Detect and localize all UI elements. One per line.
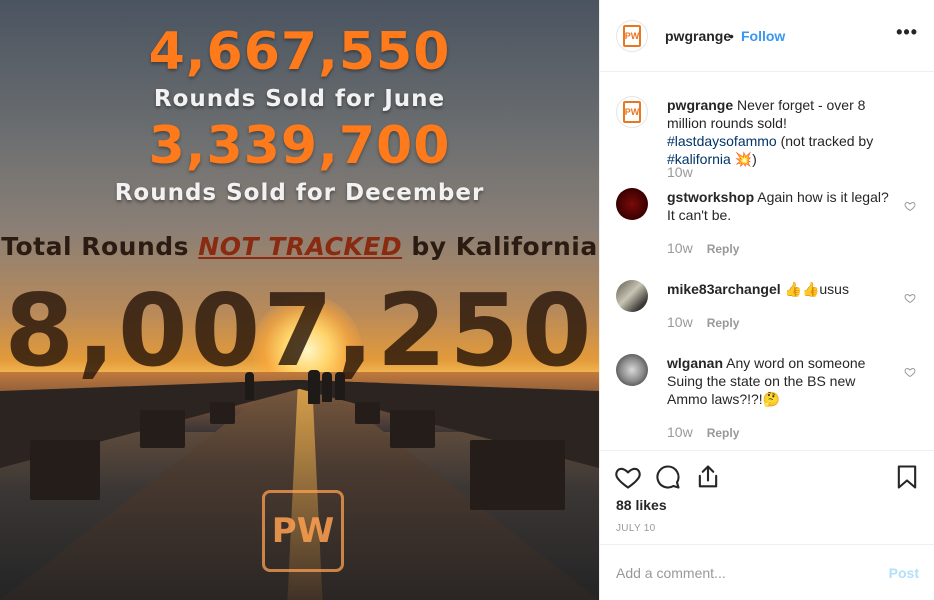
like-heart-icon[interactable]: [614, 463, 642, 491]
post-image[interactable]: 4,667,550 Rounds Sold for June 3,339,700…: [0, 0, 599, 600]
comment-bubble-icon[interactable]: [654, 463, 682, 491]
pw-logo-icon: PW: [623, 25, 641, 47]
avatar[interactable]: PW: [616, 20, 648, 52]
like-comment-heart-icon[interactable]: [904, 292, 916, 304]
not-tracked-emphasis: NOT TRACKED: [198, 232, 403, 261]
comment-username[interactable]: mike83archangel: [667, 281, 781, 297]
hashtag-link[interactable]: #lastdaysofammo: [667, 133, 777, 149]
comment-item: wlganan Any word on someone Suing the st…: [616, 354, 916, 444]
post-date[interactable]: JULY 10: [616, 523, 656, 534]
bench: [355, 402, 380, 424]
comment-text: mike83archangel 👍👍usus: [667, 280, 892, 298]
reply-button[interactable]: Reply: [707, 316, 740, 330]
separator-dot: •: [729, 28, 734, 44]
total-rounds-number: 8,007,250: [4, 272, 595, 389]
bench: [210, 402, 235, 424]
comment-text: gstworkshop Again how is it legal? It ca…: [667, 188, 892, 224]
share-icon[interactable]: [694, 463, 722, 491]
avatar[interactable]: [616, 188, 648, 220]
post-comment-button[interactable]: Post: [889, 565, 919, 581]
add-comment-bar: Post: [600, 544, 934, 600]
post-actions: 88 likes JULY 10: [600, 450, 934, 544]
save-bookmark-icon[interactable]: [893, 463, 921, 491]
like-comment-heart-icon[interactable]: [904, 200, 916, 212]
caption-text-end: 💥): [730, 151, 757, 167]
comment-timestamp[interactable]: 10w: [667, 314, 693, 330]
comment-username[interactable]: wlganan: [667, 355, 723, 371]
comments-list[interactable]: PW pwgrange Never forget - over 8 millio…: [600, 72, 934, 450]
caption-text: pwgrange Never forget - over 8 million r…: [667, 96, 892, 168]
total-prefix: Total Rounds: [1, 232, 199, 261]
avatar[interactable]: PW: [616, 96, 648, 128]
comment-text: wlganan Any word on someone Suing the st…: [667, 354, 892, 408]
comment-body: 👍👍usus: [780, 281, 849, 297]
comment-input[interactable]: [616, 562, 866, 584]
likes-count[interactable]: 88 likes: [616, 497, 667, 513]
june-rounds-caption: Rounds Sold for June: [153, 86, 446, 112]
june-rounds-number: 4,667,550: [148, 22, 451, 82]
post-caption: PW pwgrange Never forget - over 8 millio…: [616, 96, 916, 180]
december-rounds-caption: Rounds Sold for December: [114, 180, 485, 206]
comment-meta: 10w Reply: [667, 314, 739, 330]
bench: [140, 410, 185, 448]
more-options-icon[interactable]: •••: [896, 22, 918, 43]
comment-timestamp[interactable]: 10w: [667, 424, 693, 440]
like-comment-heart-icon[interactable]: [904, 366, 916, 378]
header-username[interactable]: pwgrange: [665, 28, 731, 44]
total-suffix: by Kalifornia: [402, 232, 598, 261]
post-side-panel: PW pwgrange • Follow ••• PW pwgrange Nev…: [599, 0, 934, 600]
reply-button[interactable]: Reply: [707, 242, 740, 256]
comment-meta: 10w Reply: [667, 424, 739, 440]
caption-username[interactable]: pwgrange: [667, 97, 733, 113]
avatar[interactable]: [616, 354, 648, 386]
reply-button[interactable]: Reply: [707, 426, 740, 440]
comment-timestamp[interactable]: 10w: [667, 240, 693, 256]
december-rounds-number: 3,339,700: [148, 116, 451, 176]
follow-button[interactable]: Follow: [741, 28, 785, 44]
caption-timestamp[interactable]: 10w: [667, 164, 693, 180]
pw-logo: PW: [262, 490, 344, 572]
comment-username[interactable]: gstworkshop: [667, 189, 754, 205]
comment-item: mike83archangel 👍👍usus 10w Reply: [616, 280, 916, 340]
bench: [30, 440, 100, 500]
avatar[interactable]: [616, 280, 648, 312]
total-rounds-heading: Total Rounds NOT TRACKED by Kalifornia: [0, 232, 599, 261]
post-header: PW pwgrange • Follow •••: [600, 0, 934, 72]
comment-item: gstworkshop Again how is it legal? It ca…: [616, 188, 916, 258]
comment-meta: 10w Reply: [667, 240, 739, 256]
pw-logo-icon: PW: [623, 101, 641, 123]
bench: [470, 440, 565, 510]
caption-text-middle: (not tracked by: [776, 133, 874, 149]
bench: [390, 410, 435, 448]
